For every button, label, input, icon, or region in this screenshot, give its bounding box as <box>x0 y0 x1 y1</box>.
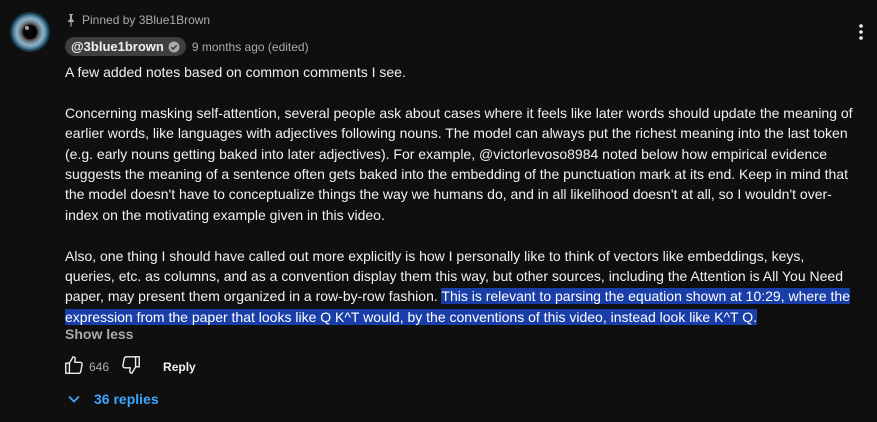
verified-check-icon <box>168 41 180 53</box>
comment-menu-button[interactable] <box>849 22 873 46</box>
thumbs-down-icon <box>120 354 142 381</box>
comment-actions: 646 Reply <box>62 355 196 379</box>
author-name[interactable]: @3blue1brown <box>71 39 164 54</box>
avatar[interactable] <box>10 12 50 52</box>
pinned-indicator: Pinned by 3Blue1Brown <box>65 13 210 27</box>
like-count: 646 <box>89 360 110 374</box>
thumbs-up-icon <box>63 354 85 381</box>
comment-paragraph: Also, one thing I should have called out… <box>65 246 855 328</box>
comment-header: @3blue1brown 9 months ago (edited) <box>65 37 309 56</box>
pin-icon <box>65 13 77 27</box>
pinned-comment: Pinned by 3Blue1Brown @3blue1brown 9 mon… <box>0 0 877 422</box>
like-button[interactable] <box>62 355 86 379</box>
comment-paragraph: A few added notes based on common commen… <box>65 64 406 80</box>
reply-button[interactable]: Reply <box>163 360 196 374</box>
more-vertical-icon <box>859 23 863 45</box>
comment-body: A few added notes based on common commen… <box>65 62 855 327</box>
author-badge[interactable]: @3blue1brown <box>65 37 186 56</box>
view-replies-button[interactable]: 36 replies <box>66 389 159 409</box>
replies-count-label[interactable]: 36 replies <box>94 391 159 407</box>
chevron-down-icon <box>66 391 82 407</box>
comment-timestamp[interactable]: 9 months ago (edited) <box>192 40 309 54</box>
dislike-button[interactable] <box>119 355 143 379</box>
show-less-button[interactable]: Show less <box>65 326 133 342</box>
comment-paragraph: Concerning masking self-attention, sever… <box>65 104 853 223</box>
pinned-label: Pinned by 3Blue1Brown <box>82 13 211 27</box>
